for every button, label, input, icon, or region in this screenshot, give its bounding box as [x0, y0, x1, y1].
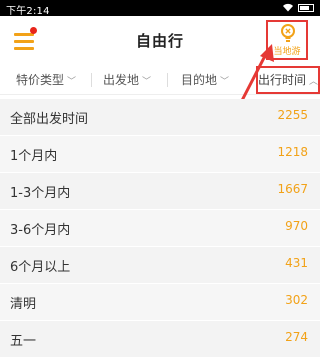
chevron-down-icon: ﹀: [220, 77, 230, 87]
status-icons: [282, 3, 314, 12]
item-label: 清明: [10, 297, 37, 312]
battery-icon: [298, 3, 314, 12]
list-item[interactable]: 1-3个月内 1667: [0, 173, 320, 210]
lightbulb-icon: [281, 24, 295, 42]
filter-label: 出行时间: [258, 73, 307, 87]
app-header: 自由行 当地游: [0, 16, 320, 66]
filter-divider: [91, 73, 92, 87]
item-label: 1个月内: [10, 149, 58, 164]
list-item[interactable]: 3-6个月内 970: [0, 210, 320, 247]
list-item[interactable]: 6个月以上 431: [0, 247, 320, 284]
item-label: 6个月以上: [10, 260, 71, 275]
item-count: 274: [285, 330, 308, 344]
item-label: 全部出发时间: [10, 112, 89, 127]
wifi-icon: [283, 3, 293, 12]
filter-departure[interactable]: 出发地 ﹀: [103, 70, 151, 90]
list-item[interactable]: 清明 302: [0, 284, 320, 321]
list-item[interactable]: 1个月内 1218: [0, 136, 320, 173]
item-count: 2255: [277, 108, 308, 122]
filter-label: 特价类型: [16, 73, 65, 87]
filter-destination[interactable]: 目的地 ﹀: [181, 70, 229, 90]
item-count: 970: [285, 219, 308, 233]
status-bar: 下午2:14: [0, 0, 320, 17]
local-tour-label: 当地游: [273, 47, 301, 57]
item-label: 1-3个月内: [10, 186, 71, 201]
chevron-down-icon: ﹀: [142, 77, 152, 87]
list-item[interactable]: 五一 274: [0, 321, 320, 358]
chevron-down-icon: ﹀: [67, 77, 77, 87]
item-count: 1667: [277, 182, 308, 196]
filter-travel-time[interactable]: 出行时间 ︿: [258, 70, 318, 90]
filter-special-type[interactable]: 特价类型 ﹀: [16, 70, 76, 90]
list-item[interactable]: 全部出发时间 2255: [0, 99, 320, 136]
filter-divider: [167, 73, 168, 87]
status-time: 下午2:14: [6, 6, 50, 17]
item-count: 1218: [277, 145, 308, 159]
filter-bar: 特价类型 ﹀ 出发地 ﹀ 目的地 ﹀ 出行时间 ︿: [0, 66, 320, 95]
item-count: 302: [285, 293, 308, 307]
chevron-up-icon: ︿: [309, 77, 319, 87]
item-label: 3-6个月内: [10, 223, 71, 238]
filter-label: 目的地: [181, 73, 218, 87]
travel-time-list: 全部出发时间 2255 1个月内 1218 1-3个月内 1667 3-6个月内…: [0, 99, 320, 358]
local-tour-button[interactable]: 当地游: [266, 20, 308, 60]
item-count: 431: [285, 256, 308, 270]
filter-label: 出发地: [103, 73, 140, 87]
item-label: 五一: [10, 334, 37, 349]
